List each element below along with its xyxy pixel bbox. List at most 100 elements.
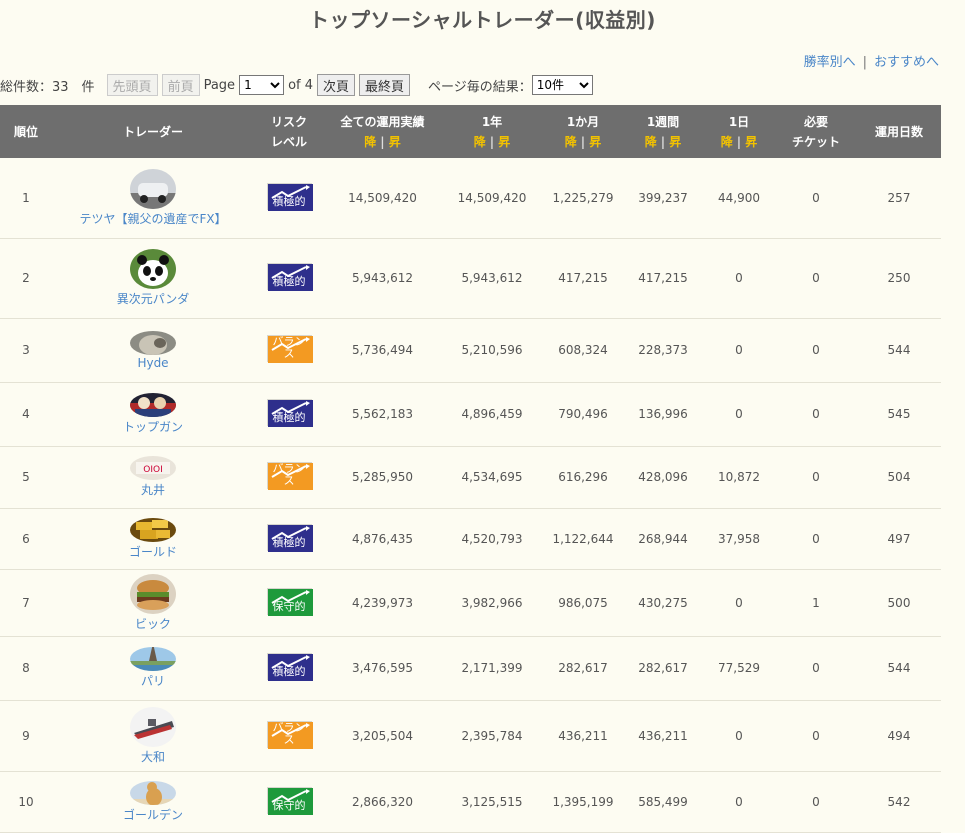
- sort-desc-link[interactable]: 降: [474, 135, 486, 149]
- day-cell: 0: [703, 318, 775, 383]
- sort-asc-link[interactable]: 昇: [389, 135, 401, 149]
- table-row: 9 大和 バランス 3,205,504 2,395,784 436,211 436,211 0…: [0, 700, 941, 772]
- ticket-cell: 0: [775, 700, 857, 772]
- trader-name-link[interactable]: 大和: [52, 748, 254, 765]
- trader-cell[interactable]: ビック: [52, 569, 254, 637]
- trader-name-link[interactable]: テツヤ【親父の遺産でFX】: [52, 210, 254, 227]
- trader-cell[interactable]: トップガン: [52, 382, 254, 447]
- month-cell: 1,122,644: [543, 508, 623, 570]
- avatar[interactable]: [130, 168, 176, 209]
- year-cell: 5,210,596: [441, 318, 543, 383]
- sort-desc-link[interactable]: 降: [721, 135, 733, 149]
- trader-cell[interactable]: パリ: [52, 636, 254, 701]
- trader-cell[interactable]: ゴールデン: [52, 771, 254, 833]
- risk-level-badge: バランス: [266, 335, 313, 363]
- days-cell: 500: [857, 569, 941, 637]
- rank-cell: 8: [0, 636, 52, 701]
- trader-name-link[interactable]: パリ: [52, 672, 254, 689]
- trader-cell[interactable]: OIOI 丸井: [52, 446, 254, 509]
- prev-page-button[interactable]: 前頁: [161, 74, 200, 96]
- table-row: 10 ゴールデン 保守的 2,866,320 3,125,515 1,395,199 585…: [0, 771, 941, 833]
- risk-level-badge: 積極的: [266, 182, 313, 211]
- risk-cell: 保守的: [254, 771, 324, 833]
- sort-asc-link[interactable]: 昇: [589, 135, 601, 149]
- week-cell: 417,215: [623, 238, 703, 319]
- risk-level-badge: 積極的: [266, 399, 313, 427]
- first-page-button[interactable]: 先頭頁: [106, 74, 158, 96]
- sort-asc-link[interactable]: 昇: [669, 135, 681, 149]
- avatar[interactable]: [130, 573, 176, 614]
- rank-cell: 10: [0, 771, 52, 833]
- trader-name-link[interactable]: 丸井: [52, 481, 254, 498]
- header-week: 1週間降 | 昇: [623, 105, 703, 158]
- ticket-cell: 0: [775, 382, 857, 447]
- sort-desc-link[interactable]: 降: [364, 135, 376, 149]
- month-cell: 616,296: [543, 446, 623, 509]
- header-year: 1年降 | 昇: [441, 105, 543, 158]
- risk-level-label: バランス: [272, 462, 306, 487]
- trader-name-link[interactable]: 異次元パンダ: [52, 290, 254, 307]
- header-total: 全ての運用実績降 | 昇: [324, 105, 441, 158]
- win-rate-link[interactable]: 勝率別へ: [804, 55, 856, 70]
- sort-desc-link[interactable]: 降: [645, 135, 657, 149]
- trader-name-link[interactable]: ビック: [52, 615, 254, 632]
- sort-asc-link[interactable]: 昇: [498, 135, 510, 149]
- avatar[interactable]: [130, 706, 176, 747]
- trader-name-link[interactable]: ゴールド: [52, 543, 254, 560]
- page-select[interactable]: 1: [239, 75, 285, 95]
- trader-cell[interactable]: Hyde: [52, 318, 254, 383]
- risk-cell: 積極的: [254, 636, 324, 701]
- trader-cell[interactable]: ゴールド: [52, 508, 254, 570]
- next-page-button[interactable]: 次頁: [317, 74, 356, 96]
- header-month: 1か月降 | 昇: [543, 105, 623, 158]
- week-cell: 436,211: [623, 700, 703, 772]
- month-cell: 436,211: [543, 700, 623, 772]
- days-cell: 504: [857, 446, 941, 509]
- trader-name-link[interactable]: Hyde: [52, 356, 254, 370]
- trader-name-link[interactable]: ゴールデン: [52, 806, 254, 823]
- trader-cell[interactable]: 大和: [52, 700, 254, 772]
- header-risk: リスク レベル: [254, 105, 324, 158]
- avatar[interactable]: [130, 647, 176, 671]
- day-cell: 77,529: [703, 636, 775, 701]
- week-cell: 228,373: [623, 318, 703, 383]
- risk-cell: 保守的: [254, 569, 324, 637]
- risk-level-badge: バランス: [266, 720, 313, 749]
- month-cell: 986,075: [543, 569, 623, 637]
- day-cell: 0: [703, 569, 775, 637]
- trader-cell[interactable]: 異次元パンダ: [52, 238, 254, 319]
- recommended-link[interactable]: おすすめへ: [874, 55, 939, 70]
- days-cell: 542: [857, 771, 941, 833]
- avatar[interactable]: [130, 780, 176, 805]
- page-count: of 4: [288, 77, 313, 93]
- total-cell: 14,509,420: [324, 158, 441, 239]
- ranking-table: 順位 トレーダー リスク レベル 全ての運用実績降 | 昇 1年降 | 昇 1か月降 | 昇 …: [0, 105, 941, 833]
- total-cell: 3,205,504: [324, 700, 441, 772]
- week-cell: 136,996: [623, 382, 703, 447]
- trader-cell[interactable]: テツヤ【親父の遺産でFX】: [52, 158, 254, 239]
- sort-asc-link[interactable]: 昇: [745, 135, 757, 149]
- trader-name-link[interactable]: トップガン: [52, 418, 254, 435]
- day-cell: 37,958: [703, 508, 775, 570]
- week-cell: 399,237: [623, 158, 703, 239]
- avatar[interactable]: [130, 249, 176, 289]
- avatar[interactable]: [130, 517, 176, 542]
- risk-level-label: 保守的: [272, 599, 306, 613]
- year-cell: 14,509,420: [441, 158, 543, 239]
- last-page-button[interactable]: 最終頁: [359, 74, 411, 96]
- ticket-cell: 0: [775, 446, 857, 509]
- rank-cell: 7: [0, 569, 52, 637]
- per-page-select[interactable]: 10件: [531, 75, 593, 95]
- year-cell: 2,395,784: [441, 700, 543, 772]
- risk-level-label: 積極的: [272, 275, 306, 288]
- risk-level-label: バランス: [272, 335, 306, 360]
- table-row: 6 ゴールド 積極的 4,876,435 4,520,793 1,122,644 268,9…: [0, 508, 941, 570]
- avatar[interactable]: [130, 330, 176, 355]
- table-header-row: 順位 トレーダー リスク レベル 全ての運用実績降 | 昇 1年降 | 昇 1か月降 | 昇 …: [0, 105, 941, 158]
- day-cell: 0: [703, 382, 775, 447]
- risk-level-badge: 保守的: [266, 587, 313, 616]
- year-cell: 4,896,459: [441, 382, 543, 447]
- avatar[interactable]: [130, 393, 176, 417]
- avatar[interactable]: OIOI: [130, 456, 176, 480]
- sort-desc-link[interactable]: 降: [565, 135, 577, 149]
